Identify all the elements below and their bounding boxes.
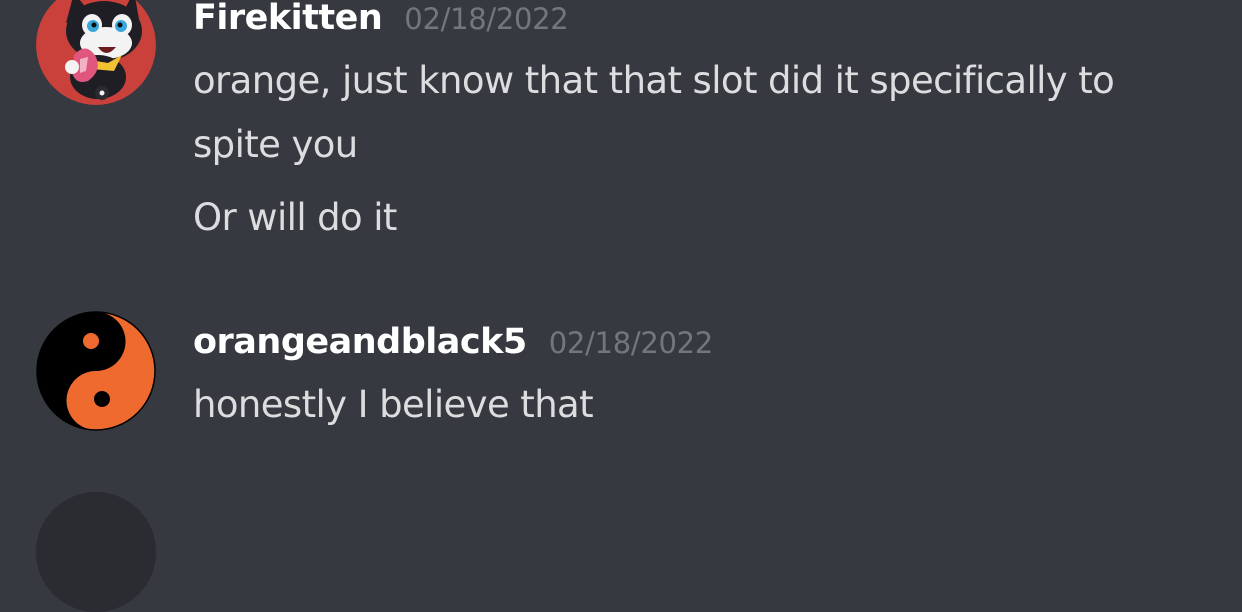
- cat-mascot-avatar[interactable]: [36, 0, 156, 105]
- message-header: Firekitten 02/18/2022: [193, 0, 569, 38]
- yin-yang-avatar[interactable]: [36, 311, 156, 431]
- avatar[interactable]: [36, 492, 156, 612]
- timestamp: 02/18/2022: [404, 2, 569, 36]
- message-text: honestly I believe that: [193, 383, 594, 426]
- timestamp: 02/18/2022: [548, 326, 713, 360]
- message-header: orangeandblack5 02/18/2022: [193, 322, 713, 362]
- username[interactable]: orangeandblack5: [193, 322, 527, 362]
- username[interactable]: Firekitten: [193, 0, 383, 38]
- message-text: Or will do it: [193, 196, 397, 239]
- message-text: spite you: [193, 123, 358, 166]
- message-text: orange, just know that that slot did it …: [193, 59, 1115, 102]
